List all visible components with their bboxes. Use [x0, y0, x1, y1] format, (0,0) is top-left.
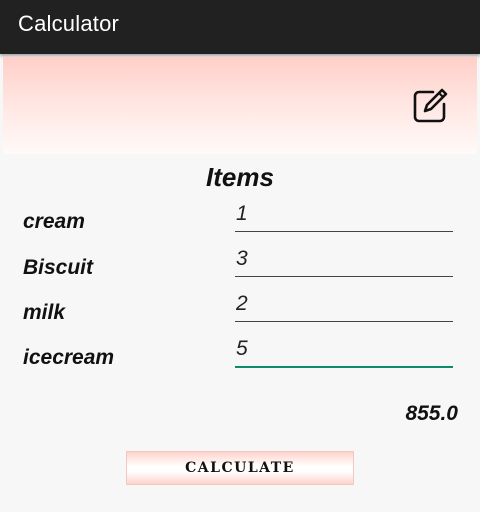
- item-label-biscuit: Biscuit: [23, 256, 94, 279]
- app-bar: Calculator: [0, 0, 480, 54]
- calculate-button[interactable]: CALCULATE: [126, 451, 354, 485]
- biscuit-quantity-field[interactable]: [235, 245, 453, 277]
- milk-quantity-field[interactable]: [235, 290, 453, 322]
- item-label-milk: milk: [23, 301, 66, 324]
- items-heading: Items: [206, 162, 274, 192]
- total-result: 855.0: [405, 402, 458, 425]
- cream-quantity-field[interactable]: [235, 200, 453, 232]
- item-label-cream: cream: [23, 210, 85, 233]
- edit-button[interactable]: [411, 87, 449, 125]
- edit-icon: [413, 88, 448, 123]
- item-label-icecream: icecream: [23, 346, 115, 369]
- header-banner: [3, 57, 477, 154]
- app-title: Calculator: [18, 11, 120, 36]
- icecream-quantity-field[interactable]: [235, 336, 453, 368]
